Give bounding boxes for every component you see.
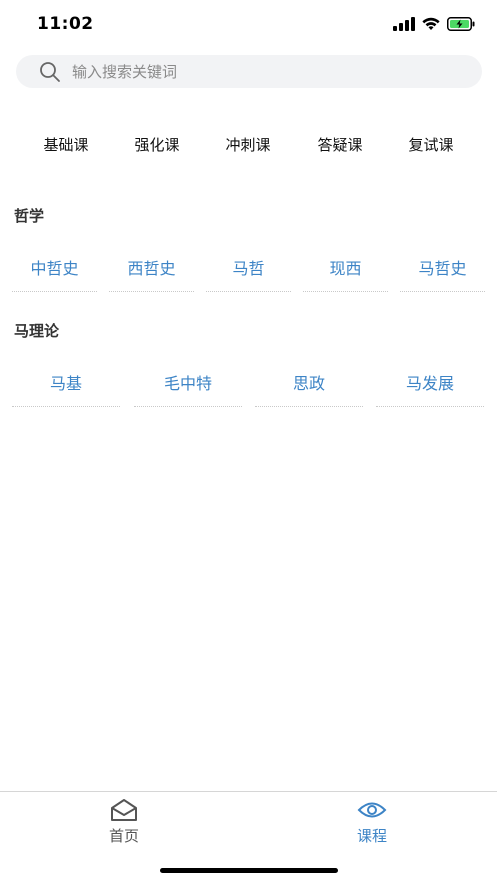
tabbar-item-home[interactable]: 首页 (64, 798, 184, 846)
course-item[interactable]: 马发展 (376, 363, 484, 407)
course-item[interactable]: 西哲史 (109, 248, 194, 292)
status-icons (393, 17, 475, 31)
course-tabs: 基础课 强化课 冲刺课 答疑课 复试课 (0, 130, 497, 160)
tab-sprint[interactable]: 冲刺课 (208, 130, 288, 160)
tab-basic[interactable]: 基础课 (26, 130, 106, 160)
section-title-marxism: 马理论 (14, 322, 60, 340)
search-bar[interactable]: 输入搜索关键词 (16, 55, 482, 88)
course-item[interactable]: 思政 (255, 363, 363, 407)
home-indicator (160, 868, 338, 873)
tab-qa[interactable]: 答疑课 (300, 130, 380, 160)
tabbar-label-home: 首页 (108, 827, 139, 845)
course-item[interactable]: 中哲史 (12, 248, 97, 292)
tab-retest[interactable]: 复试课 (391, 130, 471, 160)
course-item[interactable]: 马哲 (206, 248, 291, 292)
signal-icon (393, 17, 415, 31)
status-bar: 11:02 (0, 0, 497, 50)
status-time: 11:02 (37, 14, 94, 34)
home-icon (111, 799, 137, 821)
search-icon (38, 60, 62, 84)
course-item[interactable]: 马哲史 (400, 248, 485, 292)
course-item[interactable]: 现西 (303, 248, 388, 292)
course-item[interactable]: 毛中特 (134, 363, 242, 407)
search-input[interactable]: 输入搜索关键词 (72, 61, 177, 82)
tab-intensive[interactable]: 强化课 (117, 130, 197, 160)
section-title-philosophy: 哲学 (14, 207, 45, 225)
battery-charging-icon (447, 17, 475, 31)
course-item[interactable]: 马基 (12, 363, 120, 407)
tabbar-item-courses[interactable]: 课程 (312, 798, 432, 846)
tabbar-label-courses: 课程 (356, 827, 387, 845)
eye-icon (357, 802, 387, 818)
wifi-icon (422, 17, 440, 30)
